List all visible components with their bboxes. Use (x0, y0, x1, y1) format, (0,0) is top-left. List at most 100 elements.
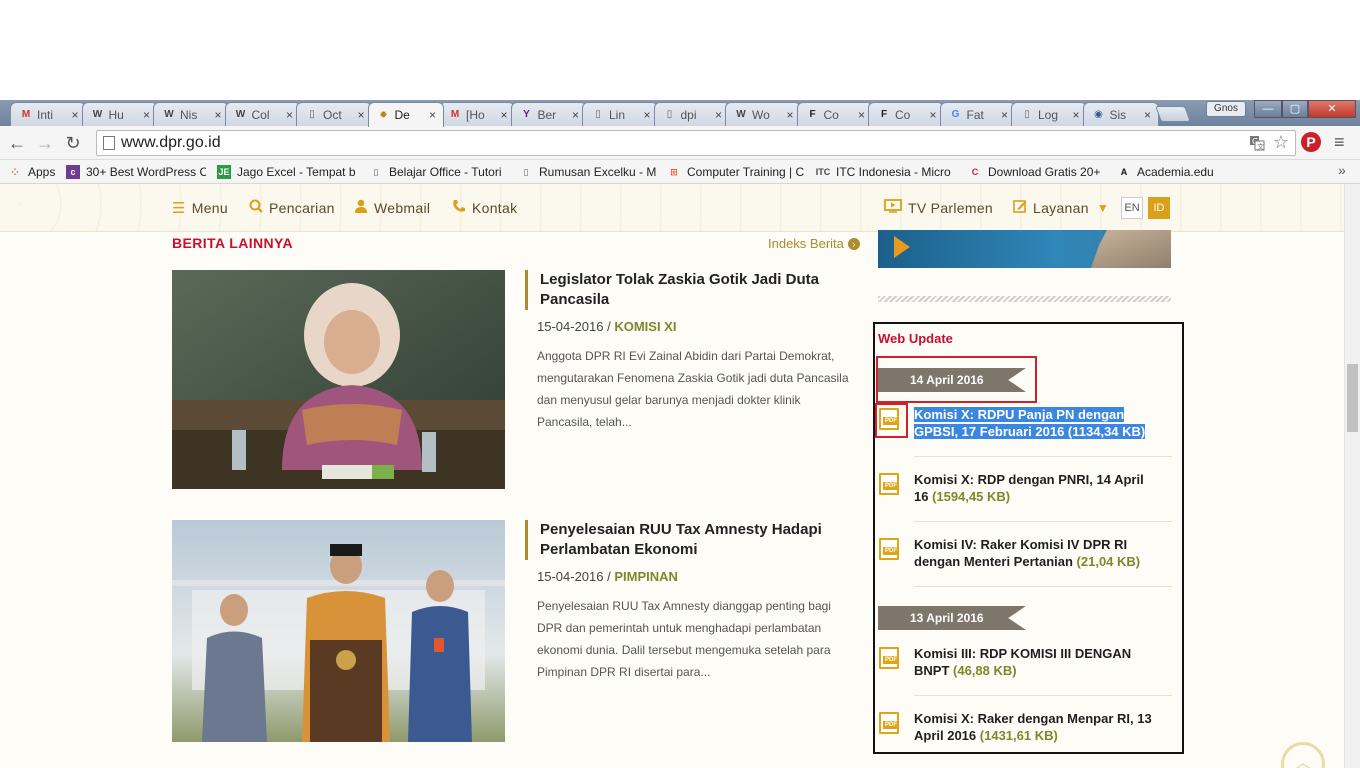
lang-id-button[interactable]: ID (1148, 197, 1170, 219)
tab-label: Fat (966, 107, 984, 122)
close-tab-icon[interactable]: × (570, 108, 582, 122)
profile-button[interactable]: Gnos (1206, 101, 1246, 117)
nav-webmail[interactable]: Webmail (354, 199, 430, 217)
news-image-1[interactable] (172, 270, 505, 489)
close-tab-icon[interactable]: × (999, 108, 1011, 122)
browser-tab[interactable]: G Fat × (939, 102, 1016, 126)
browser-tab[interactable]: ▯ Log × (1011, 102, 1087, 126)
close-tab-icon[interactable]: × (284, 108, 296, 122)
gmail-icon: M (21, 109, 31, 120)
pdf-icon[interactable]: PDF (879, 647, 901, 671)
news-category-link[interactable]: PIMPINAN (614, 569, 678, 584)
user-icon (354, 199, 368, 217)
nav-menu[interactable]: ☰ Menu (172, 199, 228, 217)
minimize-button[interactable]: — (1254, 100, 1282, 118)
bookmark-item[interactable]: ⁘ Apps (8, 164, 60, 180)
phone-icon (452, 199, 466, 217)
close-tab-icon[interactable]: × (856, 108, 868, 122)
browser-tab[interactable]: W Hu × (81, 102, 158, 126)
doc-link-5[interactable]: Komisi X: Raker dengan Menpar RI, 13 Apr… (914, 710, 1159, 744)
date-ribbon-2: 13 April 2016 (878, 606, 1026, 630)
browser-tab[interactable]: F Co × (796, 102, 873, 126)
close-tab-icon[interactable]: × (427, 108, 439, 122)
nav-layanan[interactable]: Layanan ▼ (1013, 199, 1109, 217)
site-navigation: ☰ Menu Pencarian Webmail Kontak TV Parle… (0, 184, 1344, 232)
a-logo-icon: A (1120, 167, 1128, 177)
page-scrollbar[interactable] (1344, 184, 1360, 768)
news-index-link[interactable]: Indeks Berita › (768, 236, 860, 251)
address-bar[interactable]: G文 ☆ (96, 130, 1296, 156)
bookmark-item[interactable]: JE Jago Excel - Tempat b (217, 164, 357, 180)
browser-tab[interactable]: W Wo × (725, 102, 801, 126)
nav-contact[interactable]: Kontak (452, 199, 517, 217)
scroll-to-top-button[interactable]: ︿ (1281, 742, 1325, 768)
pdf-icon[interactable]: PDF (879, 538, 901, 562)
bookmarks-bar: ⁘ Apps c 30+ Best WordPress C JE Jago Excel -… (0, 160, 1360, 184)
wordpress-icon: W (235, 109, 246, 120)
news-title-1[interactable]: Legislator Tolak Zaskia Gotik Jadi Duta … (525, 270, 835, 310)
browser-tab[interactable]: ▯ Lin × (582, 102, 658, 126)
browser-tab[interactable]: ◉ Sis × (1082, 102, 1159, 126)
pdf-icon[interactable]: PDF (879, 712, 901, 736)
news-image-2[interactable] (172, 520, 505, 742)
browser-tab[interactable]: W Col × (224, 102, 301, 126)
close-tab-icon[interactable]: × (355, 108, 367, 122)
bookmark-item[interactable]: c 30+ Best WordPress C (66, 164, 206, 180)
forward-button[interactable]: → (34, 133, 56, 153)
back-button[interactable]: ← (6, 133, 28, 153)
tv-video-thumbnail[interactable] (878, 230, 1171, 268)
close-tab-icon[interactable]: × (713, 108, 725, 122)
pdf-icon[interactable]: PDF (879, 473, 901, 497)
close-tab-icon[interactable]: × (1070, 108, 1082, 122)
browser-tab[interactable]: W Nis × (153, 102, 229, 126)
bookmark-item[interactable]: ⊞ Computer Training | C (667, 164, 807, 180)
news-category-link[interactable]: KOMISI XI (614, 319, 676, 334)
doc-link-1[interactable]: Komisi X: RDPU Panja PN dengan GPBSI, 17… (914, 406, 1159, 440)
translate-icon[interactable]: G文 (1249, 135, 1265, 151)
browser-menu-icon[interactable]: ≡ (1334, 132, 1350, 153)
close-tab-icon[interactable]: × (141, 108, 153, 122)
caret-down-icon: ▼ (1096, 201, 1110, 215)
separator (914, 586, 1172, 587)
close-tab-icon[interactable]: × (212, 108, 224, 122)
close-tab-icon[interactable]: × (1142, 108, 1154, 122)
nav-tv-parlemen[interactable]: TV Parlemen (884, 199, 993, 217)
close-tab-icon[interactable]: × (784, 108, 796, 122)
bookmark-item[interactable]: ITC ITC Indonesia - Micro (816, 164, 956, 180)
scrollbar-thumb[interactable] (1347, 364, 1358, 432)
new-tab-button[interactable] (1155, 106, 1191, 122)
bookmark-star-icon[interactable]: ☆ (1273, 132, 1289, 153)
browser-tab[interactable]: ▯ dpi × (653, 102, 730, 126)
browser-tab[interactable]: M [Ho × (439, 102, 515, 126)
bookmark-item[interactable]: C Download Gratis 20+ (968, 164, 1108, 180)
browser-tab[interactable]: F Co × (868, 102, 944, 126)
bookmark-item[interactable]: ▯ Rumusan Excelku - M (519, 164, 659, 180)
close-tab-icon[interactable]: × (69, 108, 81, 122)
close-tab-icon[interactable]: × (498, 108, 510, 122)
globe-icon: ◉ (1094, 109, 1103, 120)
reload-button[interactable]: ↻ (62, 133, 84, 153)
bookmarks-overflow-button[interactable]: » (1338, 162, 1346, 178)
nav-search[interactable]: Pencarian (249, 199, 335, 217)
bookmark-label: Jago Excel - Tempat b (237, 165, 356, 179)
bookmark-item[interactable]: A Academia.edu (1117, 164, 1227, 180)
news-title-2[interactable]: Penyelesaian RUU Tax Amnesty Hadapi Perl… (525, 520, 835, 560)
doc-link-2[interactable]: Komisi X: RDP dengan PNRI, 14 April 16 (… (914, 471, 1159, 505)
browser-tab[interactable]: Y Ber × (510, 102, 587, 126)
tab-label: Co (895, 107, 911, 122)
maximize-button[interactable]: ▢ (1282, 100, 1308, 118)
wordpress-icon: W (736, 109, 746, 120)
close-window-button[interactable]: ✕ (1308, 100, 1356, 118)
bookmark-item[interactable]: ▯ Belajar Office - Tutori (369, 164, 509, 180)
lang-en-button[interactable]: EN (1121, 197, 1143, 219)
url-input[interactable] (121, 133, 1221, 153)
doc-title: Komisi III: RDP KOMISI III DENGAN BNPT (914, 646, 1132, 678)
doc-link-4[interactable]: Komisi III: RDP KOMISI III DENGAN BNPT (… (914, 645, 1159, 679)
browser-tab[interactable]: M Inti × (10, 102, 86, 126)
pinterest-icon[interactable]: P (1301, 132, 1321, 152)
close-tab-icon[interactable]: × (927, 108, 939, 122)
browser-tab[interactable]: ✹ De × (367, 102, 444, 127)
close-tab-icon[interactable]: × (641, 108, 653, 122)
browser-tab[interactable]: ▯ Oct × (296, 102, 372, 126)
doc-link-3[interactable]: Komisi IV: Raker Komisi IV DPR RI dengan… (914, 536, 1159, 570)
